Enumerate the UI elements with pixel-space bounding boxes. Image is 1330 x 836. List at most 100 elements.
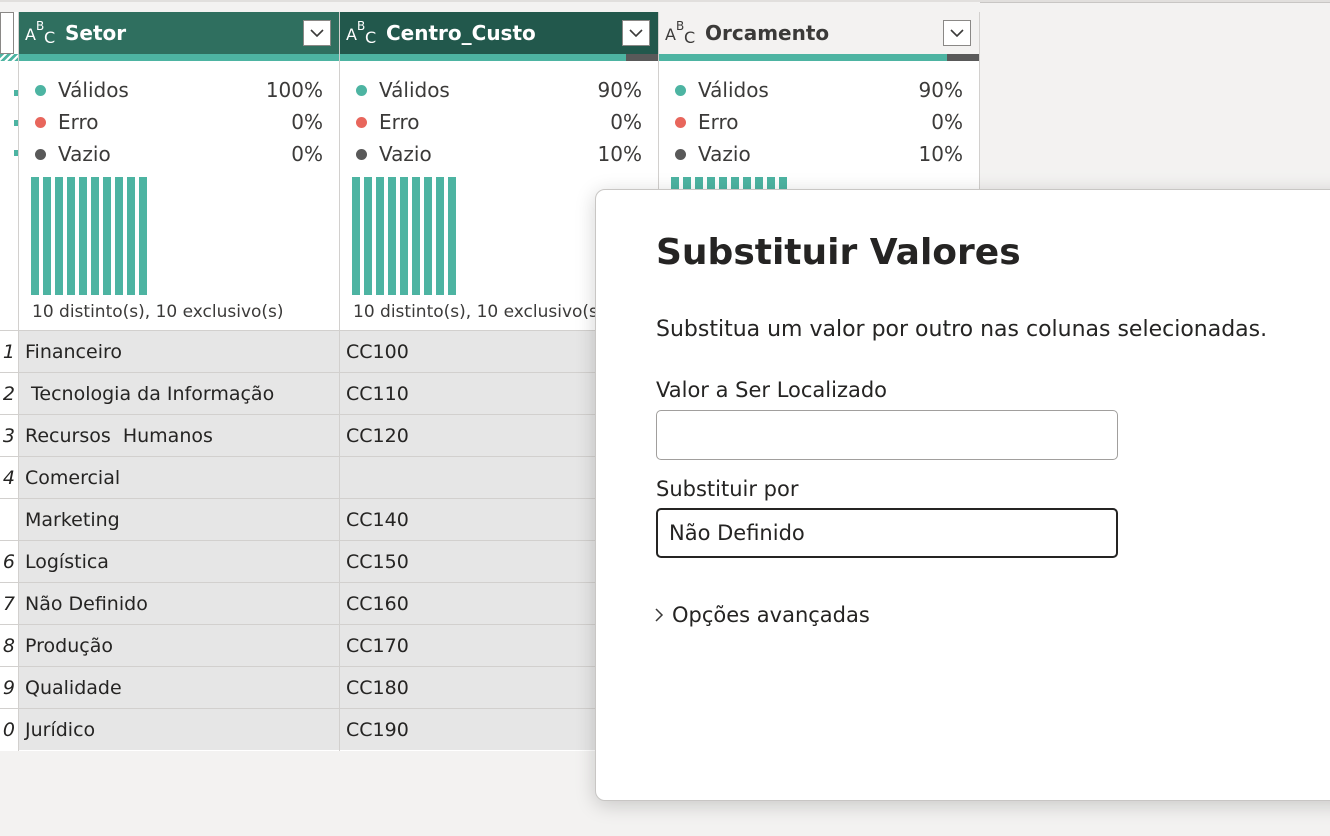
select-all-checkbox[interactable] — [0, 12, 14, 54]
valid-fill — [19, 54, 339, 61]
setor-cell[interactable]: Produção — [19, 624, 339, 666]
valid-label: Válidos — [698, 78, 769, 102]
row-index-list: 1234 67890 — [0, 330, 18, 750]
advanced-options-label: Opções avançadas — [672, 603, 870, 627]
valid-dot-icon — [675, 84, 686, 96]
setor-cell[interactable]: Recursos Humanos — [19, 414, 339, 456]
distribution-bar — [115, 177, 123, 295]
distribution-bar — [400, 177, 408, 295]
valid-stat: Válidos 100% — [19, 74, 339, 106]
valid-fill — [340, 54, 627, 61]
column-header-setor[interactable]: ABC Setor — [19, 12, 339, 54]
abc-text-icon[interactable]: ABC — [665, 19, 705, 47]
distribution-bar — [31, 177, 39, 295]
quality-bar — [659, 54, 979, 61]
row-number[interactable]: 6 — [0, 540, 18, 582]
row-number[interactable]: 0 — [0, 708, 18, 750]
empty-stat: Vazio 0% — [19, 138, 339, 170]
valid-pct: 90% — [597, 78, 642, 102]
valid-label: Válidos — [58, 78, 129, 102]
setor-cell[interactable]: Logística — [19, 540, 339, 582]
column-quality-stats: Válidos 90% Erro 0% Vazio 10% — [340, 74, 658, 170]
advanced-options-toggle[interactable]: Opções avançadas — [654, 603, 870, 627]
column-name: Centro_Custo — [386, 21, 536, 45]
quality-bar — [19, 54, 339, 61]
distinct-count: 10 distinto(s), 10 exclusivo(s) — [32, 302, 284, 322]
setor-cell[interactable]: Financeiro — [19, 330, 339, 372]
error-pct: 0% — [610, 110, 642, 134]
valid-stat: Válidos 90% — [340, 74, 658, 106]
row-number[interactable]: 2 — [0, 372, 18, 414]
valid-pct: 90% — [918, 78, 963, 102]
find-value-input[interactable] — [656, 410, 1118, 460]
setor-cell[interactable]: Tecnologia da Informação — [19, 372, 339, 414]
distribution-chart — [31, 177, 147, 295]
filter-dropdown-button[interactable] — [943, 20, 971, 46]
valid-pct: 100% — [265, 78, 323, 102]
empty-fill — [947, 54, 979, 61]
distribution-bar — [67, 177, 75, 295]
empty-stat: Vazio 10% — [340, 138, 658, 170]
chevron-down-icon — [629, 29, 643, 37]
error-label: Erro — [698, 110, 739, 134]
distribution-bar — [139, 177, 147, 295]
empty-dot-icon — [675, 148, 686, 160]
index-quality-strip — [0, 54, 18, 61]
empty-dot-icon — [356, 148, 367, 160]
row-number[interactable] — [0, 498, 18, 540]
valid-fill — [659, 54, 947, 61]
row-number[interactable]: 9 — [0, 666, 18, 708]
row-number[interactable]: 8 — [0, 624, 18, 666]
column-header-orcamento[interactable]: ABC Orcamento — [659, 12, 979, 55]
distribution-bar — [43, 177, 51, 295]
index-valid-marker — [14, 90, 18, 96]
replace-with-input[interactable] — [656, 508, 1118, 558]
error-pct: 0% — [931, 110, 963, 134]
row-number[interactable]: 4 — [0, 456, 18, 498]
error-label: Erro — [58, 110, 99, 134]
distribution-bar — [376, 177, 384, 295]
row-number[interactable]: 7 — [0, 582, 18, 624]
replace-with-label: Substituir por — [656, 477, 799, 501]
dialog-title: Substituir Valores — [656, 232, 1021, 273]
filter-dropdown-button[interactable] — [303, 20, 331, 46]
row-index-column: 1234 67890 — [0, 12, 19, 751]
column-header-centro-custo[interactable]: ABC Centro_Custo — [340, 12, 658, 54]
distribution-bar — [91, 177, 99, 295]
index-valid-marker — [14, 120, 18, 126]
empty-label: Vazio — [698, 142, 751, 166]
index-valid-marker — [14, 150, 18, 156]
column-quality-stats: Válidos 90% Erro 0% Vazio 10% — [659, 74, 979, 170]
empty-pct: 0% — [291, 142, 323, 166]
setor-cell[interactable]: Jurídico — [19, 708, 339, 750]
setor-cells: Financeiro Tecnologia da Informação Recur… — [19, 330, 339, 750]
empty-pct: 10% — [597, 142, 642, 166]
error-label: Erro — [379, 110, 420, 134]
distribution-bar — [352, 177, 360, 295]
setor-cell[interactable]: Não Definido — [19, 582, 339, 624]
row-number[interactable]: 1 — [0, 330, 18, 372]
empty-stat: Vazio 10% — [659, 138, 979, 170]
valid-stat: Válidos 90% — [659, 74, 979, 106]
empty-label: Vazio — [58, 142, 111, 166]
find-value-label: Valor a Ser Localizado — [656, 378, 888, 402]
setor-cell[interactable]: Qualidade — [19, 666, 339, 708]
setor-cell[interactable]: Comercial — [19, 456, 339, 498]
empty-fill — [626, 54, 658, 61]
abc-text-icon[interactable]: ABC — [346, 19, 386, 47]
abc-text-icon[interactable]: ABC — [25, 19, 65, 47]
error-pct: 0% — [291, 110, 323, 134]
column-setor[interactable]: ABC Setor Válidos 100% Erro 0% Vazio 0% 10 … — [19, 12, 340, 751]
quality-bar — [340, 54, 658, 61]
distribution-bar — [127, 177, 135, 295]
row-number[interactable]: 3 — [0, 414, 18, 456]
distinct-count: 10 distinto(s), 10 exclusivo(s) — [353, 302, 605, 322]
filter-dropdown-button[interactable] — [622, 20, 650, 46]
setor-cell[interactable]: Marketing — [19, 498, 339, 540]
distribution-bar — [424, 177, 432, 295]
column-name: Orcamento — [705, 21, 830, 45]
distribution-bar — [364, 177, 372, 295]
distribution-bar — [55, 177, 63, 295]
replace-values-dialog: Substituir Valores Substitua um valor po… — [595, 189, 1330, 801]
error-dot-icon — [356, 116, 367, 128]
